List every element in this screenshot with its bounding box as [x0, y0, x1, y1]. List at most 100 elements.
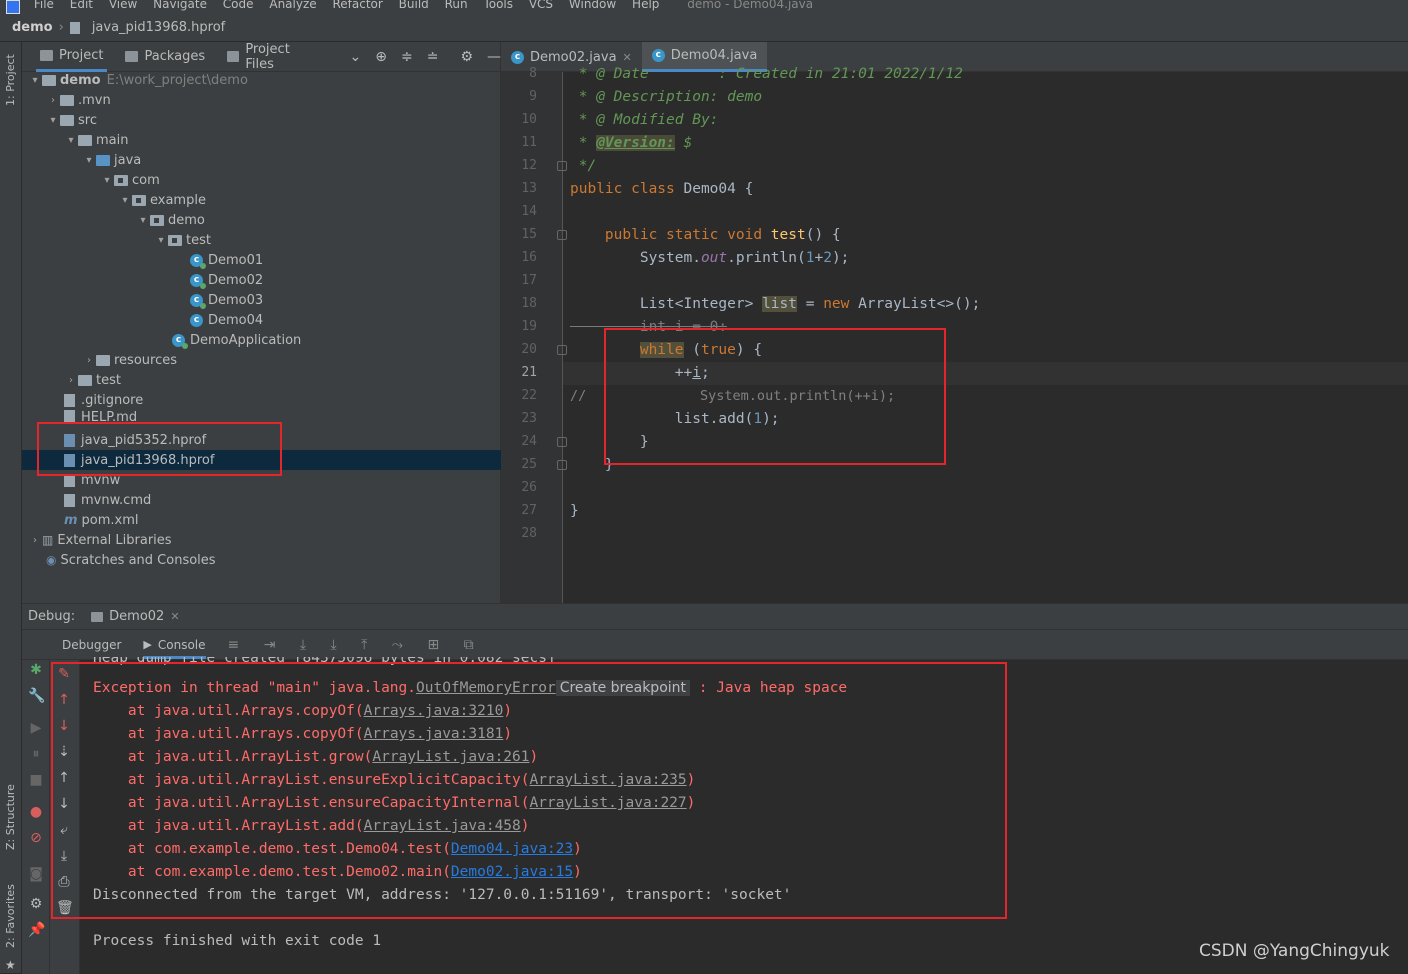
- chevron-down-icon[interactable]: ⌄: [350, 49, 362, 65]
- breadcrumb-root[interactable]: demo: [12, 20, 53, 35]
- tab-project[interactable]: Project: [36, 42, 108, 72]
- tree-item-src[interactable]: ▾ src: [22, 110, 501, 130]
- chevron-right-icon[interactable]: ›: [82, 355, 96, 366]
- gear-icon[interactable]: ⚙: [460, 49, 473, 65]
- package-icon: [168, 234, 182, 246]
- resume-icon[interactable]: ▶: [28, 720, 44, 736]
- tree-item-mvnw-cmd[interactable]: mvnw.cmd: [22, 490, 501, 510]
- minimize-icon[interactable]: —: [487, 49, 501, 65]
- close-icon[interactable]: ✕: [170, 610, 179, 623]
- menu-analyze[interactable]: Analyze: [269, 0, 316, 11]
- debug-session-tab[interactable]: Demo02 ✕: [91, 609, 180, 624]
- tree-item-main[interactable]: ▾ main: [22, 130, 501, 150]
- tree-item-external-libraries[interactable]: › ▥ External Libraries: [22, 530, 501, 550]
- fold-icon[interactable]: [557, 161, 567, 171]
- chevron-down-icon[interactable]: ▾: [100, 175, 114, 186]
- locate-icon[interactable]: ⊕: [375, 49, 387, 65]
- menu-code[interactable]: Code: [223, 0, 254, 11]
- tab-project-files[interactable]: Project Files: [223, 42, 321, 72]
- tree-item-demo03[interactable]: c Demo03: [22, 290, 501, 310]
- menu-help[interactable]: Help: [632, 0, 659, 11]
- breadcrumb-file[interactable]: java_pid13968.hprof: [92, 20, 225, 35]
- tree-item-scratches[interactable]: ◉ Scratches and Consoles: [22, 550, 501, 570]
- tool-window-project[interactable]: 1: Project: [4, 54, 17, 106]
- chevron-down-icon[interactable]: ▾: [28, 75, 42, 86]
- menu-window[interactable]: Window: [569, 0, 616, 11]
- tree-path-hint: E:\work_project\demo: [106, 72, 248, 88]
- package-icon: [132, 194, 146, 206]
- tree-item-help-md[interactable]: HELP.md: [22, 410, 501, 422]
- tab-project-label: Project: [59, 47, 104, 63]
- wrench-icon[interactable]: 🔧: [28, 688, 45, 704]
- chevron-right-icon[interactable]: ›: [64, 375, 78, 386]
- close-icon[interactable]: ✕: [623, 51, 632, 64]
- chevron-down-icon[interactable]: ▾: [118, 195, 132, 206]
- line-number: 26: [521, 480, 537, 495]
- code-field: out: [700, 250, 728, 266]
- menu-file[interactable]: File: [34, 0, 54, 11]
- tree-item-test[interactable]: › test: [22, 370, 501, 390]
- tree-item-demo-root[interactable]: ▾ demo E:\work_project\demo: [22, 70, 501, 90]
- code-line-11: * @Version: $: [570, 135, 692, 151]
- tree-item-demo02[interactable]: c Demo02: [22, 270, 501, 290]
- code-text: List<Integer>: [570, 296, 763, 312]
- chevron-down-icon[interactable]: ▾: [64, 135, 78, 146]
- fold-icon[interactable]: [557, 345, 567, 355]
- expand-all-icon[interactable]: ≑: [401, 49, 413, 65]
- chevron-right-icon[interactable]: ›: [46, 95, 60, 106]
- collapse-all-icon[interactable]: ≐: [427, 49, 439, 65]
- tree-item-pom-xml[interactable]: m pom.xml: [22, 510, 501, 530]
- chevron-down-icon[interactable]: ▾: [154, 235, 168, 246]
- menu-view[interactable]: View: [109, 0, 137, 11]
- chevron-down-icon[interactable]: ▾: [136, 215, 150, 226]
- code-keyword: public class: [570, 181, 675, 197]
- menu-navigate[interactable]: Navigate: [153, 0, 207, 11]
- chevron-down-icon[interactable]: ▾: [82, 155, 96, 166]
- tree-item-demo01[interactable]: c Demo01: [22, 250, 501, 270]
- pin-icon[interactable]: 📌: [28, 922, 45, 938]
- tree-label: Demo03: [208, 292, 264, 308]
- menu-build[interactable]: Build: [399, 0, 429, 11]
- tree-item-example[interactable]: ▾ example: [22, 190, 501, 210]
- chevron-down-icon[interactable]: ▾: [46, 115, 60, 126]
- tree-item-mvn[interactable]: › .mvn: [22, 90, 501, 110]
- menu-run[interactable]: Run: [445, 0, 468, 11]
- tree-label: resources: [114, 352, 178, 368]
- fold-icon[interactable]: [557, 230, 567, 240]
- breadcrumb: demo › java_pid13968.hprof: [0, 14, 1408, 42]
- debug-step-toolbar[interactable]: ≡ ⇥ ⤓ ⤓ ⤒ ⤳ ⊞ ⧉: [228, 637, 484, 653]
- tool-window-structure[interactable]: Z: Structure: [4, 784, 17, 850]
- source-folder-icon: [96, 154, 110, 166]
- menu-vcs[interactable]: VCS: [529, 0, 553, 11]
- menu-refactor[interactable]: Refactor: [332, 0, 382, 11]
- tab-debugger[interactable]: Debugger: [62, 638, 121, 652]
- code-line-10: * @ Modified By:: [570, 112, 719, 128]
- breakpoints-icon[interactable]: ●: [28, 804, 44, 820]
- tool-window-favorites[interactable]: 2: Favorites: [4, 884, 17, 948]
- resources-folder-icon: [96, 354, 110, 366]
- camera-icon[interactable]: ◙: [28, 866, 44, 882]
- chevron-right-icon[interactable]: ›: [28, 535, 42, 546]
- tree-item-demo-pkg[interactable]: ▾ demo: [22, 210, 501, 230]
- settings-icon[interactable]: ⚙: [28, 896, 44, 912]
- pause-icon[interactable]: ⏸: [28, 746, 44, 762]
- fold-icon[interactable]: [557, 437, 567, 447]
- tree-item-demoapplication[interactable]: c DemoApplication: [22, 330, 501, 350]
- tree-item-java[interactable]: ▾ java: [22, 150, 501, 170]
- tree-item-test-pkg[interactable]: ▾ test: [22, 230, 501, 250]
- tree-item-com[interactable]: ▾ com: [22, 170, 501, 190]
- tree-item-resources[interactable]: › resources: [22, 350, 501, 370]
- stop-icon[interactable]: ■: [28, 772, 44, 788]
- fold-icon[interactable]: [557, 460, 567, 470]
- menu-tools[interactable]: Tools: [483, 0, 513, 11]
- tree-item-gitignore[interactable]: .gitignore: [22, 390, 501, 410]
- tab-console[interactable]: ▶ Console: [143, 631, 206, 659]
- bug-icon[interactable]: ✱: [28, 662, 44, 678]
- package-icon: [150, 214, 164, 226]
- tree-item-demo04[interactable]: c Demo04: [22, 310, 501, 330]
- menu-edit[interactable]: Edit: [70, 0, 93, 11]
- console-icon: ▶: [143, 638, 152, 651]
- mute-breakpoints-icon[interactable]: ⊘: [28, 830, 44, 846]
- tab-packages[interactable]: Packages: [121, 42, 209, 72]
- module-folder-icon: [42, 74, 56, 86]
